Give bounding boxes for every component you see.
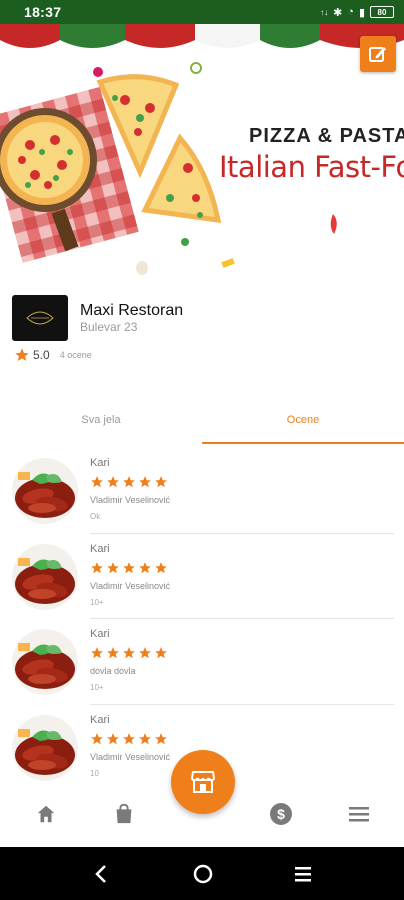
star-icon: [139, 647, 151, 659]
star-rating: [90, 475, 168, 489]
star-icon: [155, 476, 167, 488]
star-icon: [107, 561, 119, 573]
system-home-button[interactable]: [190, 861, 216, 887]
dish-name: Kari: [90, 628, 110, 640]
star-icon: [107, 476, 119, 488]
nav-cart[interactable]: [112, 802, 136, 826]
tab-all-dishes[interactable]: Sva jela: [0, 396, 202, 444]
rating-value: 5.0: [33, 348, 50, 362]
status-bar: 18:37 ↑↓ ✱ ◔ ▮ 80: [0, 0, 404, 24]
star-icon: [107, 647, 119, 659]
edit-icon: [369, 47, 386, 62]
review-item[interactable]: Kari dovla dovla 10+: [0, 619, 404, 705]
system-recents-button[interactable]: [290, 861, 316, 887]
restaurant-address: Bulevar 23: [80, 320, 138, 334]
home-icon: [37, 805, 55, 823]
star-icon: [155, 647, 167, 659]
nav-payments[interactable]: $: [269, 802, 293, 826]
shopping-bag-icon: [116, 803, 132, 824]
star-icon: [155, 561, 167, 573]
star-rating: [90, 732, 168, 746]
status-time: 18:37: [24, 4, 62, 20]
star-icon: [91, 732, 103, 744]
star-icon: [139, 561, 151, 573]
reviewer-name: Vladimir Veselinović: [90, 751, 171, 762]
reviewer-name: dovla dovla: [90, 666, 136, 676]
tab-reviews[interactable]: Ocene: [202, 396, 404, 444]
star-icon: [139, 476, 151, 488]
star-icon: [15, 348, 29, 361]
nav-home[interactable]: [34, 802, 58, 826]
back-chevron-icon: [95, 865, 106, 883]
restaurant-name: Maxi Restoran: [80, 302, 184, 319]
edit-button[interactable]: [360, 36, 396, 72]
circle-home-icon: [193, 864, 213, 884]
dish-photo: [12, 629, 78, 695]
review-comment: Ok: [90, 512, 101, 521]
star-rating: [90, 646, 168, 660]
star-icon: [123, 647, 135, 659]
star-icon: [123, 732, 135, 744]
battery-icon: 80: [370, 6, 394, 18]
star-icon: [91, 561, 103, 573]
star-icon: [139, 732, 151, 744]
tab-bar: Sva jela Ocene: [0, 396, 404, 444]
dish-name: Kari: [90, 542, 110, 555]
hero-title: PIZZA & PASTA: [249, 125, 404, 147]
cell-signal-icon: ▮: [358, 6, 365, 19]
review-count: 4 ocene: [59, 350, 92, 360]
hero-banner: PIZZA & PASTA Italian Fast-Food: [0, 0, 404, 285]
dish-photo: [12, 458, 78, 524]
dish-photo: [12, 714, 78, 781]
dollar-icon: $: [270, 803, 292, 825]
review-comment: 10+: [90, 597, 104, 607]
system-navigation-bar: [0, 847, 404, 900]
bluetooth-icon: ✱: [333, 6, 343, 19]
menu-icon: [349, 807, 369, 822]
nav-menu[interactable]: [347, 802, 371, 826]
system-back-button[interactable]: [88, 861, 114, 887]
review-item[interactable]: Kari Vladimir Veselinović 10+: [0, 534, 404, 619]
star-icon: [91, 647, 103, 659]
dish-photo: [12, 543, 78, 610]
store-icon: [190, 771, 216, 793]
review-list: Kari Vladimir Veselinović Ok Kari Vladimir V…: [0, 448, 404, 790]
review-item[interactable]: Kari Vladimir Veselinović Ok: [0, 448, 404, 534]
status-icons: ↑↓ ✱ ◔ ▮ 80: [320, 6, 394, 19]
star-icon: [123, 476, 135, 488]
reviewer-name: Vladimir Veselinović: [90, 580, 171, 591]
hero-subtitle: Italian Fast-Food: [219, 150, 404, 184]
star-icon: [155, 732, 167, 744]
pepper-illustration: [330, 214, 337, 234]
wifi-icon: ◔: [347, 6, 354, 18]
rating-row: 5.0 4 ocene: [14, 347, 92, 363]
recents-icon: [295, 867, 311, 882]
star-icon: [107, 732, 119, 744]
star-icon: [91, 476, 103, 488]
star-icon: [123, 561, 135, 573]
svg-text:$: $: [277, 806, 285, 822]
store-button[interactable]: [171, 750, 235, 814]
pizza-illustration: [0, 62, 235, 275]
logo-ornament-icon: [26, 311, 54, 325]
star-rating: [90, 561, 168, 575]
dish-name: Kari: [90, 713, 110, 726]
signal-info-icon: ↑↓: [320, 7, 329, 17]
dish-name: Kari: [90, 457, 110, 469]
restaurant-logo: [12, 295, 68, 341]
review-comment: 10+: [90, 683, 104, 692]
reviewer-name: Vladimir Veselinović: [90, 495, 171, 505]
review-comment: 10: [90, 768, 99, 778]
